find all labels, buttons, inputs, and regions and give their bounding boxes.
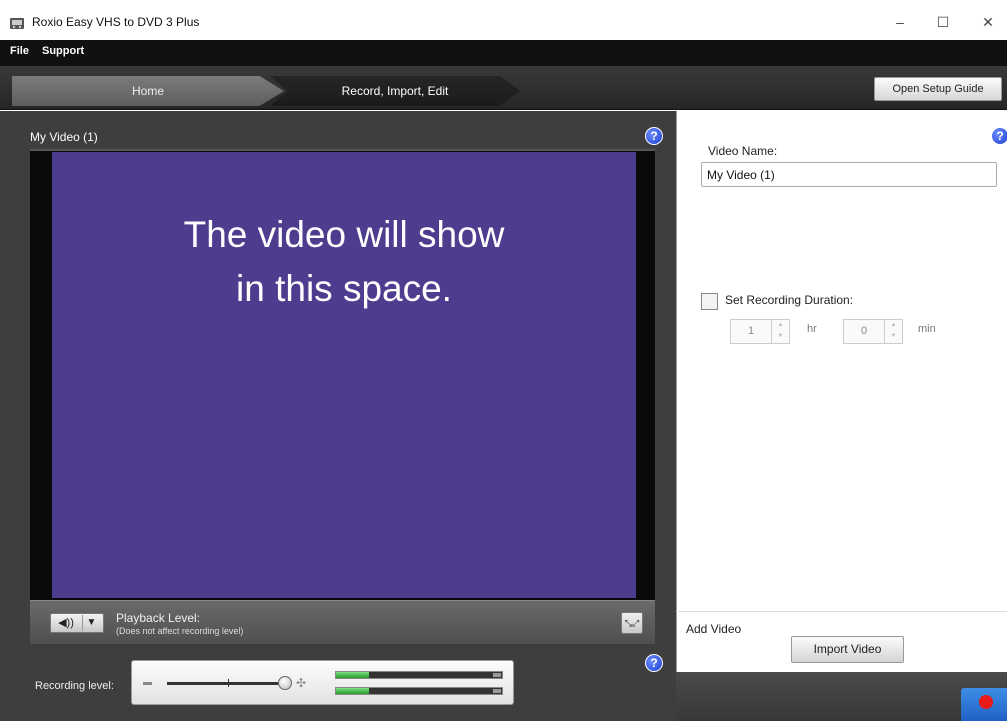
title-bar: Roxio Easy VHS to DVD 3 Plus – ☐ ✕	[0, 0, 1007, 40]
breadcrumb-home[interactable]: Home	[12, 76, 284, 106]
menu-support[interactable]: Support	[42, 45, 84, 57]
hours-value[interactable]: 1	[731, 320, 771, 343]
app-icon	[10, 18, 24, 29]
slider-thumb[interactable]	[278, 676, 292, 690]
minutes-stepper[interactable]: 0 ▲ ▼	[843, 319, 903, 344]
menu-file[interactable]: File	[10, 45, 29, 57]
minimize-button[interactable]: –	[886, 11, 914, 33]
slider-tick	[228, 679, 229, 687]
video-placeholder-text: The video will show in this space.	[52, 208, 636, 316]
window-title: Roxio Easy VHS to DVD 3 Plus	[32, 15, 200, 29]
maximize-button[interactable]: ☐	[929, 11, 957, 33]
hours-unit: hr	[807, 323, 817, 335]
video-name-label: Video Name:	[708, 144, 778, 158]
meter-peak	[493, 689, 501, 693]
plus-icon: ✣	[296, 676, 307, 690]
level-meter-right	[335, 687, 503, 695]
level-meter-left	[335, 671, 503, 679]
minutes-unit: min	[918, 323, 936, 335]
speaker-icon: ◀))	[58, 617, 74, 629]
placeholder-line-2: in this space.	[236, 268, 452, 309]
workflow-bar: Home Record, Import, Edit Open Setup Gui…	[0, 66, 1007, 110]
record-icon	[979, 695, 993, 709]
recording-duration-label: Set Recording Duration:	[725, 293, 854, 307]
meter-fill	[336, 672, 370, 678]
chevron-down-icon[interactable]: ▼	[82, 615, 100, 631]
add-video-label: Add Video	[686, 622, 742, 636]
playback-level-note: (Does not affect recording level)	[116, 626, 244, 636]
stepper-arrows-icon[interactable]: ▲ ▼	[771, 320, 789, 343]
record-button[interactable]	[961, 688, 1007, 721]
meter-fill	[336, 688, 370, 694]
footer-bar	[676, 672, 1007, 721]
recording-duration-checkbox[interactable]	[701, 293, 718, 310]
video-name-input[interactable]	[701, 162, 997, 187]
video-preview: The video will show in this space.	[52, 152, 636, 598]
recording-help-icon[interactable]: ?	[645, 654, 663, 672]
recording-level-slider[interactable]	[167, 682, 284, 685]
volume-button[interactable]: ◀)) ▼	[50, 613, 104, 633]
minus-icon	[143, 682, 152, 685]
video-title: My Video (1)	[30, 130, 98, 144]
minutes-value[interactable]: 0	[844, 320, 884, 343]
settings-help-icon[interactable]: ?	[991, 127, 1007, 145]
hours-stepper[interactable]: 1 ▲ ▼	[730, 319, 790, 344]
menu-bar: File Support	[0, 40, 1007, 66]
panel-divider	[676, 111, 677, 721]
playback-level-label: Playback Level:	[116, 611, 201, 625]
add-video-divider	[676, 611, 1007, 612]
recording-level-label: Recording level:	[35, 680, 114, 692]
stepper-arrows-icon[interactable]: ▲ ▼	[884, 320, 902, 343]
open-setup-guide-button[interactable]: Open Setup Guide	[874, 77, 1002, 101]
import-video-button[interactable]: Import Video	[791, 636, 904, 663]
breadcrumb-record-import-edit[interactable]: Record, Import, Edit	[270, 76, 520, 106]
placeholder-line-1: The video will show	[183, 214, 505, 255]
close-button[interactable]: ✕	[974, 11, 1002, 33]
meter-peak	[493, 673, 501, 677]
fullscreen-icon[interactable]: ⤡⤢	[621, 612, 643, 634]
video-help-icon[interactable]: ?	[645, 127, 663, 145]
